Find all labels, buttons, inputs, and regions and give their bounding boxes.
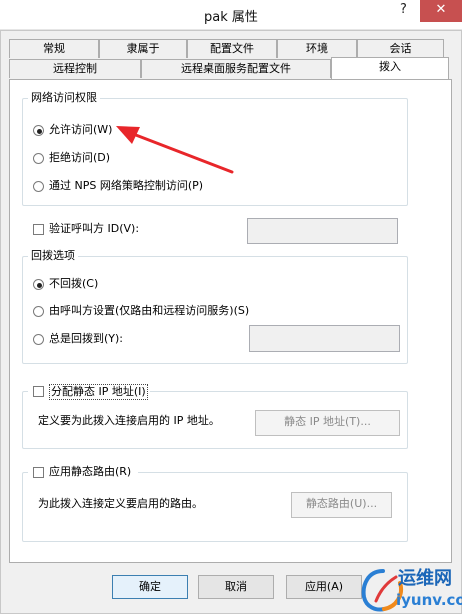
tab-rds-profile[interactable]: 远程桌面服务配置文件 — [141, 59, 331, 78]
watermark: 运维网 iyunv.com — [352, 563, 462, 614]
static-routes-checkbox[interactable] — [33, 467, 44, 478]
allow-access-label[interactable]: 允许访问(W) — [49, 123, 112, 137]
close-button[interactable]: ✕ — [420, 0, 462, 22]
verify-caller-id-label[interactable]: 验证呼叫方 ID(V): — [49, 222, 139, 236]
static-routes-button[interactable]: 静态路由(U)... — [291, 492, 392, 518]
nps-control-label[interactable]: 通过 NPS 网络策略控制访问(P) — [49, 179, 203, 193]
tab-sessions[interactable]: 会话 — [357, 39, 444, 58]
deny-access-radio[interactable] — [33, 153, 44, 164]
verify-caller-id-checkbox[interactable] — [33, 224, 44, 235]
no-callback-label[interactable]: 不回拨(C) — [49, 277, 98, 291]
apply-button[interactable]: 应用(A) — [286, 575, 362, 599]
cancel-button[interactable]: 取消 — [198, 575, 274, 599]
always-callback-label[interactable]: 总是回拨到(Y): — [49, 332, 123, 346]
network-access-legend: 网络访问权限 — [28, 91, 100, 105]
deny-access-label[interactable]: 拒绝访问(D) — [49, 151, 110, 165]
callback-options-legend: 回拨选项 — [28, 249, 78, 263]
caller-set-callback-label[interactable]: 由呼叫方设置(仅路由和远程访问服务)(S) — [49, 304, 249, 318]
always-callback-input[interactable] — [249, 325, 400, 352]
no-callback-radio[interactable] — [33, 279, 44, 290]
tab-remote-control[interactable]: 远程控制 — [9, 59, 141, 78]
tab-dial-in[interactable]: 拨入 — [331, 57, 449, 79]
nps-control-radio[interactable] — [33, 181, 44, 192]
static-ip-description: 定义要为此拨入连接启用的 IP 地址。 — [38, 414, 220, 427]
static-routes-description: 为此拨入连接定义要启用的路由。 — [38, 497, 203, 510]
always-callback-radio[interactable] — [33, 334, 44, 345]
static-ip-checkbox[interactable] — [33, 386, 44, 397]
static-ip-check-label[interactable]: 分配静态 IP 地址(I) — [49, 384, 148, 400]
tab-general[interactable]: 常规 — [9, 39, 99, 58]
caller-set-callback-radio[interactable] — [33, 306, 44, 317]
verify-caller-id-input[interactable] — [247, 218, 398, 244]
static-ip-button[interactable]: 静态 IP 地址(T)... — [255, 410, 400, 436]
tab-member-of[interactable]: 隶属于 — [99, 39, 187, 58]
annotation-arrow-icon — [116, 126, 234, 174]
watermark-url: iyunv.com — [396, 591, 462, 609]
ok-button[interactable]: 确定 — [112, 575, 188, 599]
help-button[interactable]: ? — [387, 0, 420, 22]
static-routes-check-label[interactable]: 应用静态路由(R) — [49, 465, 131, 479]
tab-environment[interactable]: 环境 — [277, 39, 357, 58]
allow-access-radio[interactable] — [33, 125, 44, 136]
tab-profile[interactable]: 配置文件 — [187, 39, 277, 58]
watermark-brand: 运维网 — [398, 568, 452, 589]
